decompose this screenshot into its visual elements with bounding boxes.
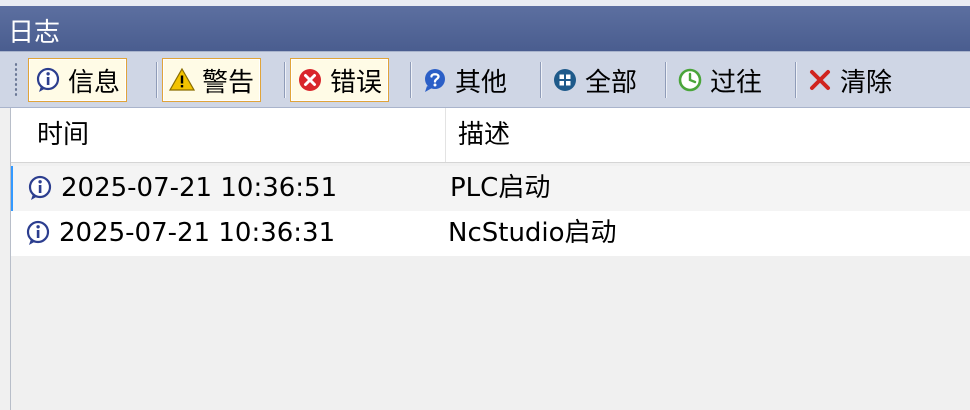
history-icon	[678, 68, 702, 92]
row-description: PLC启动	[450, 173, 551, 203]
toolbar-separator	[410, 62, 411, 98]
warning-filter-label: 警告	[202, 67, 255, 98]
warning-filter-button[interactable]: 警告	[162, 58, 262, 102]
clear-log-button[interactable]: 清除	[801, 58, 898, 102]
toolbar-separator	[156, 62, 157, 98]
error-filter-label: 错误	[330, 67, 383, 98]
toolbar-grip[interactable]	[14, 62, 18, 98]
all-icon	[554, 69, 576, 91]
info-filter-button[interactable]: 信息	[28, 58, 128, 102]
clear-log-label: 清除	[840, 67, 893, 98]
log-toolbar: 信息 警告 错误 其他 全部 过往 清除	[0, 51, 970, 108]
column-header-description[interactable]: 描述	[458, 108, 510, 162]
column-divider[interactable]	[445, 108, 446, 162]
info-filter-label: 信息	[68, 67, 121, 98]
other-filter-button[interactable]: 其他	[416, 58, 513, 102]
toolbar-separator	[540, 62, 541, 98]
window-title: 日志	[8, 18, 61, 48]
table-header: 时间 描述	[11, 108, 970, 163]
error-icon	[299, 69, 321, 91]
toolbar-separator	[284, 62, 285, 98]
all-filter-label: 全部	[585, 67, 638, 98]
history-filter-label: 过往	[710, 67, 763, 98]
info-icon	[36, 67, 60, 92]
row-time: 2025-07-21 10:36:31	[59, 218, 336, 248]
question-icon	[425, 69, 445, 92]
all-filter-button[interactable]: 全部	[546, 58, 643, 102]
table-row[interactable]: 2025-07-21 10:36:51 PLC启动	[11, 166, 970, 211]
toolbar-separator	[795, 62, 796, 98]
title-bar: 日志	[0, 0, 970, 51]
toolbar-separator	[665, 62, 666, 98]
info-icon	[28, 175, 52, 200]
error-filter-button[interactable]: 错误	[290, 58, 390, 102]
row-time: 2025-07-21 10:36:51	[61, 173, 338, 203]
other-filter-label: 其他	[455, 67, 508, 98]
history-filter-button[interactable]: 过往	[671, 58, 768, 102]
clear-icon	[810, 70, 830, 90]
row-description: NcStudio启动	[448, 218, 617, 248]
log-table: 时间 描述 2025-07-21 10:36:51 PLC启动 2025-07-…	[10, 108, 970, 410]
column-header-time[interactable]: 时间	[37, 108, 89, 162]
info-icon	[26, 220, 50, 245]
warning-icon	[169, 67, 195, 91]
log-window: 日志 信息 警告 错误 其他 全部 过往 清除 时间 描述 2025-07-21…	[0, 0, 970, 410]
table-row[interactable]: 2025-07-21 10:36:31 NcStudio启动	[11, 211, 970, 256]
table-empty-area	[11, 258, 970, 410]
